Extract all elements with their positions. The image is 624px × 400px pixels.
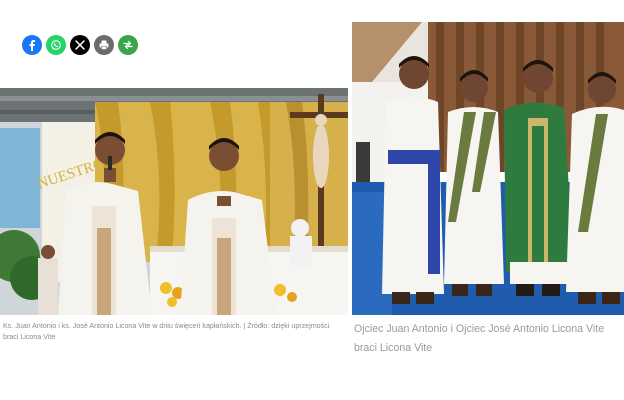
photo-caption-left: Ks. Juan Antonio i ks. José Antonio Lico… bbox=[3, 321, 348, 343]
photo-caption-right-line1: Ojciec Juan Antonio i Ojciec José Antoni… bbox=[354, 323, 605, 335]
whatsapp-icon bbox=[51, 40, 61, 50]
ordination-photo-right bbox=[352, 22, 624, 315]
photo-caption-right: Ojciec Juan Antonio i Ojciec José Antoni… bbox=[354, 320, 624, 360]
whatsapp-share-button[interactable] bbox=[46, 35, 66, 55]
photo-caption-left-text: Ks. Juan Antonio i ks. José Antonio Lico… bbox=[3, 322, 330, 330]
share-bar bbox=[22, 35, 138, 55]
x-share-button[interactable] bbox=[70, 35, 90, 55]
facebook-icon bbox=[29, 40, 35, 51]
facebook-share-button[interactable] bbox=[22, 35, 42, 55]
x-icon bbox=[75, 40, 85, 50]
ordination-photo-left: NUESTRO bbox=[0, 88, 348, 315]
photo-caption-left-line2: braci Licona Vite bbox=[3, 333, 56, 341]
print-icon bbox=[99, 40, 109, 50]
share-more-button[interactable] bbox=[118, 35, 138, 55]
share-more-icon bbox=[123, 40, 133, 50]
print-button[interactable] bbox=[94, 35, 114, 55]
photo-caption-right-line2: braci Licona Vite bbox=[354, 342, 433, 354]
